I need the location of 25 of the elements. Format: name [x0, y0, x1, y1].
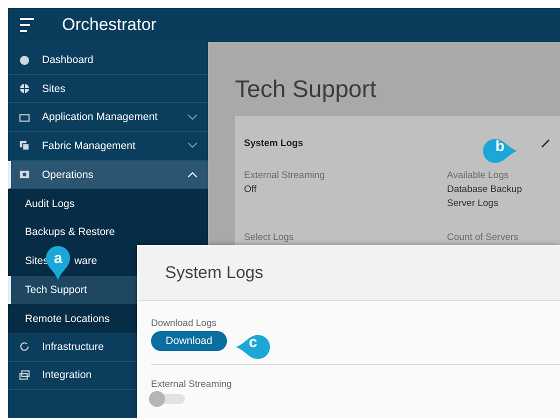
sidebar-subitem[interactable]: Backups & Restore [8, 218, 208, 247]
stack-icon [19, 370, 30, 381]
field-label: Available Logs [447, 169, 510, 183]
sidebar-item[interactable]: Dashboard [8, 46, 208, 75]
field-label: External Streaming [244, 169, 326, 183]
camera-icon [19, 169, 30, 180]
page-title: Tech Support [235, 76, 378, 104]
pencil-icon[interactable] [541, 139, 550, 148]
field-value: Off [244, 183, 258, 197]
layers-icon [19, 140, 30, 152]
field-value: Database Backup [447, 183, 523, 197]
toggle-switch[interactable] [151, 394, 185, 404]
field-label: Select Logs [244, 231, 295, 245]
field-label: Count of Servers [447, 231, 520, 245]
sidebar-subitem[interactable]: Audit Logs [8, 189, 208, 218]
sidebar-item[interactable]: Operations [8, 160, 208, 190]
app-title: Orchestrator [62, 15, 156, 35]
download-button[interactable]: Download [151, 331, 227, 351]
card-title: System Logs [244, 138, 304, 149]
sidebar-item[interactable]: Sites [8, 74, 208, 104]
refresh-icon [19, 341, 30, 352]
window-icon [19, 112, 30, 123]
field-value: Server Logs [447, 197, 500, 211]
globe-icon [19, 83, 30, 94]
menu-icon[interactable] [20, 18, 36, 32]
